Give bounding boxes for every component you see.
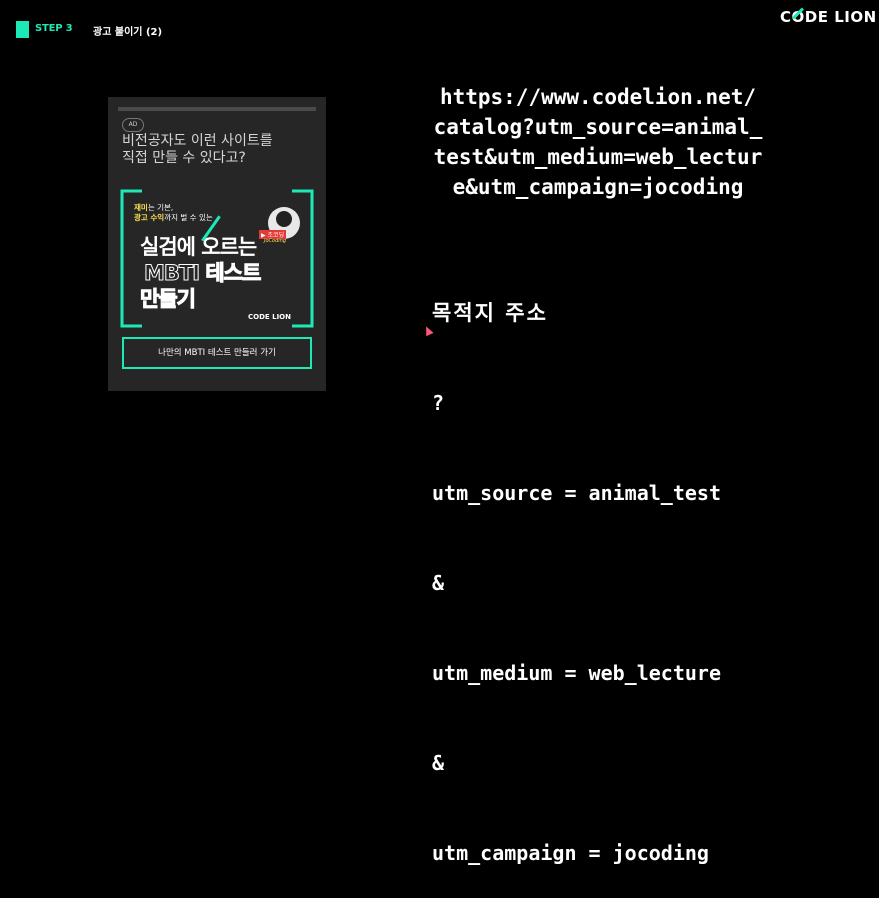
brand-c: C <box>780 8 792 26</box>
step-title: 광고 붙이기 (2) <box>93 27 163 38</box>
ad-sub1-highlight: 재미 <box>134 203 148 212</box>
step-marker <box>16 21 29 38</box>
url-line: https://www.codelion.net/ <box>439 85 757 109</box>
brand-rest: DE LION <box>804 8 877 26</box>
ad-headline-line2: 직접 만들 수 있다고? <box>122 150 246 166</box>
brand-o: O <box>791 8 805 26</box>
param-line: ? <box>432 391 445 415</box>
step-label: STEP 3 <box>35 23 73 34</box>
url-line: e&utm_campaign=jocoding <box>452 175 744 199</box>
param-line: & <box>432 751 445 775</box>
ad-sub2-highlight: 광고 수익 <box>134 213 165 222</box>
ad-sub2-rest: 까지 벌 수 있는 <box>164 213 213 222</box>
ad-cta-button[interactable]: 나만의 MBTI 테스트 만들러 가기 <box>122 337 312 369</box>
utm-url: https://www.codelion.net/ catalog?utm_so… <box>428 82 768 202</box>
ad-top-bar <box>118 107 316 111</box>
ad-logo: CODE LION <box>248 313 291 321</box>
params-heading: 목적지 주소 <box>432 301 548 325</box>
param-line: utm_medium = web_lecture <box>432 661 721 685</box>
ad-sub-line2: 광고 수익까지 벌 수 있는 <box>134 212 213 223</box>
ad-banner[interactable]: AD 비전공자도 이런 사이트를 직접 만들 수 있다고? 재미는 기본, 광고… <box>108 97 326 391</box>
ad-avatar-face <box>276 211 292 227</box>
url-line: catalog?utm_source=animal_ <box>433 115 763 139</box>
url-line: test&utm_medium=web_lectur <box>433 145 763 169</box>
ad-headline: 비전공자도 이런 사이트를 직접 만들 수 있다고? <box>122 133 322 167</box>
utm-params: 목적지 주소 ? utm_source = animal_test & utm_… <box>432 238 721 898</box>
param-line: & <box>432 571 445 595</box>
ad-sub1-rest: 는 기본, <box>147 203 174 212</box>
brand-logo: CODE LION <box>780 8 877 26</box>
ad-headline-line1: 비전공자도 이런 사이트를 <box>122 133 273 149</box>
youtube-sub: JoCoding <box>264 238 286 244</box>
ad-badge: AD <box>122 118 144 132</box>
ad-title-line3: 만들기 <box>140 287 197 312</box>
param-line: utm_campaign = jocoding <box>432 841 709 865</box>
param-line: utm_source = animal_test <box>432 481 721 505</box>
